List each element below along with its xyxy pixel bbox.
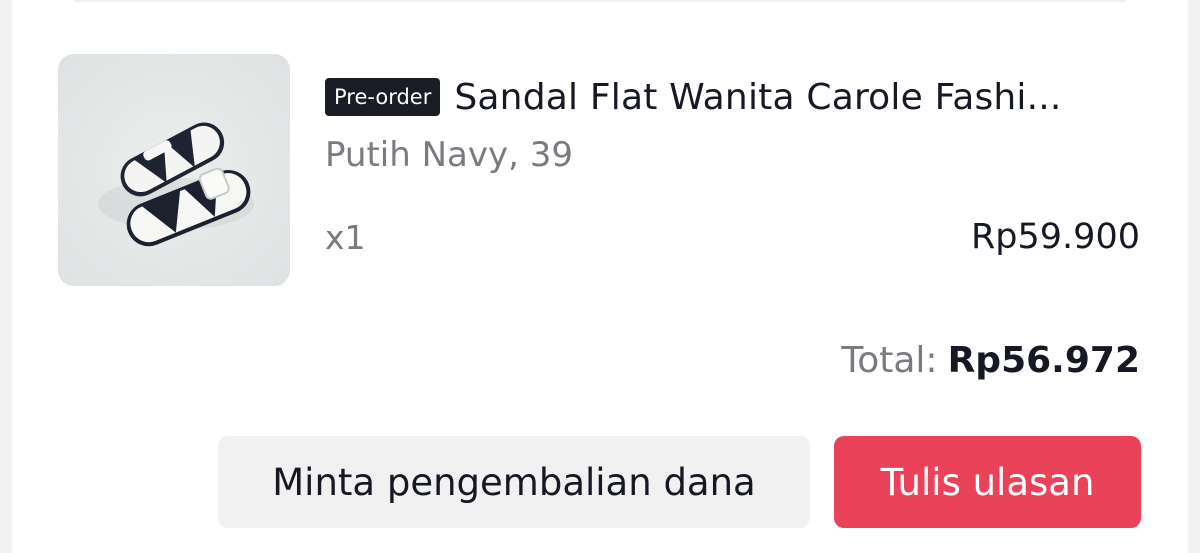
sandal-image-icon (58, 54, 290, 286)
total-value: Rp56.972 (947, 340, 1140, 381)
product-thumbnail[interactable] (58, 54, 290, 286)
product-title-row[interactable]: Pre-order Sandal Flat Wanita Carole Fash… (325, 74, 1140, 120)
write-review-button[interactable]: Tulis ulasan (834, 436, 1141, 528)
divider (75, 0, 1125, 2)
product-title[interactable]: Sandal Flat Wanita Carole Fashi... (454, 77, 1061, 118)
request-refund-button[interactable]: Minta pengembalian dana (218, 436, 810, 528)
preorder-badge: Pre-order (325, 78, 441, 116)
order-total: Total: Rp56.972 (841, 340, 1140, 381)
product-variant: Putih Navy, 39 (325, 135, 573, 175)
product-quantity: x1 (325, 218, 366, 257)
total-label: Total: (841, 340, 938, 381)
product-price: Rp59.900 (970, 217, 1140, 257)
